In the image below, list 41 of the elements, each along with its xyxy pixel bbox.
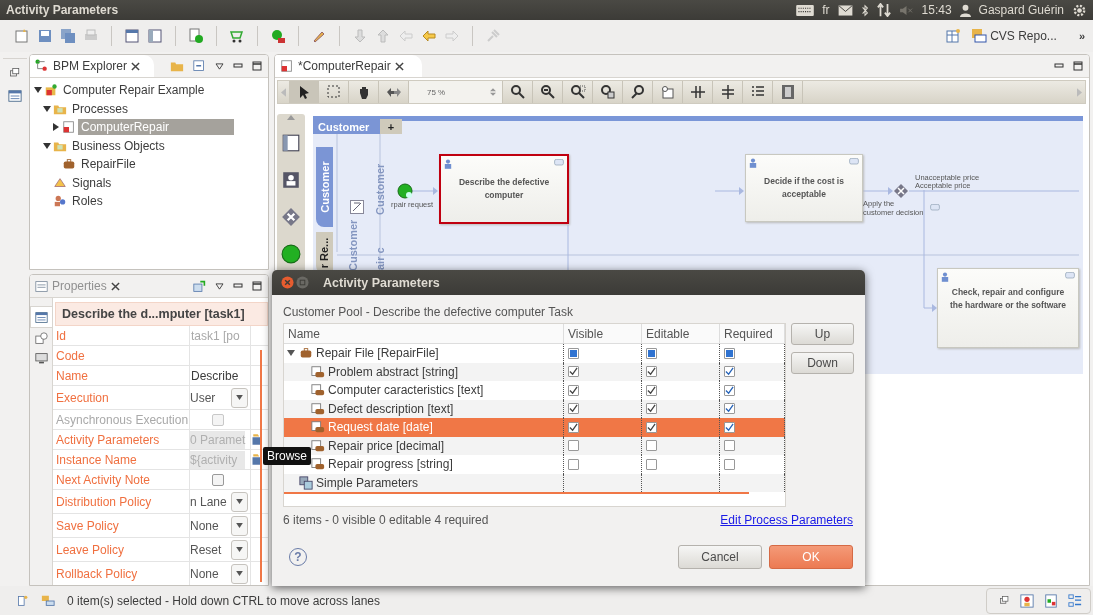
parameter-name: Request date [date]: [328, 420, 433, 435]
property-label: Next Activity Note: [53, 470, 190, 489]
combo-value: None: [190, 518, 220, 533]
property-label: Name: [53, 366, 190, 385]
dialog-title: Activity Parameters: [323, 275, 440, 290]
lane-label: air c: [374, 247, 386, 270]
property-value: task1 [po: [190, 328, 240, 343]
tab-title: Properties: [52, 279, 107, 293]
parameter-name: Simple Parameters: [316, 475, 419, 490]
task-label: Decide if the cost is acceptable: [763, 175, 845, 201]
property-label: Id: [53, 326, 190, 345]
context-label: Customer Pool - Describe the defective computer Task: [283, 305, 574, 321]
tooltip: Browse: [263, 447, 311, 465]
parameter-name: Repair progress [string]: [328, 457, 453, 472]
property-label: Asynchronous Execution: [53, 410, 190, 429]
property-label: Code: [53, 346, 190, 365]
combo-value: n Lane: [190, 494, 228, 509]
property-label: Distribution Policy: [53, 490, 190, 513]
property-label: Leave Policy: [53, 538, 190, 561]
parameter-name: Defect description [text]: [328, 401, 454, 416]
parameter-name: Repair price [decimal]: [328, 438, 445, 453]
summary-text: 6 items - 0 visible 0 editable 4 required: [283, 513, 489, 527]
tab-title: *ComputerRepair: [298, 59, 391, 73]
window-title: Activity Parameters: [6, 3, 119, 17]
task-label: Describe the defective computer: [457, 176, 551, 202]
parameter-name: Repair File [RepairFile]: [316, 346, 439, 361]
properties-header: Describe the d...mputer [task1]: [55, 302, 268, 326]
property-label: Execution: [53, 386, 190, 409]
property-label: Rollback Policy: [53, 562, 190, 585]
status-text: 0 item(s) selected - Hold down CTRL to move across lanes: [67, 593, 380, 608]
pool-title: Customer: [313, 119, 380, 134]
combo-value: Reset: [190, 542, 223, 557]
combo-value: None: [190, 566, 220, 581]
combo-value: User: [190, 390, 217, 405]
parameter-name: Problem abstract [string]: [328, 364, 459, 379]
lane-label: Customer: [347, 219, 359, 271]
tab-title: BPM Explorer: [53, 59, 128, 73]
lane-label: Customer: [374, 163, 386, 215]
parameter-name: Computer caracteristics [text]: [328, 383, 484, 398]
task-label: Check, repair and configure the hardware or the software: [948, 286, 1068, 312]
property-label: Save Policy: [53, 514, 190, 537]
